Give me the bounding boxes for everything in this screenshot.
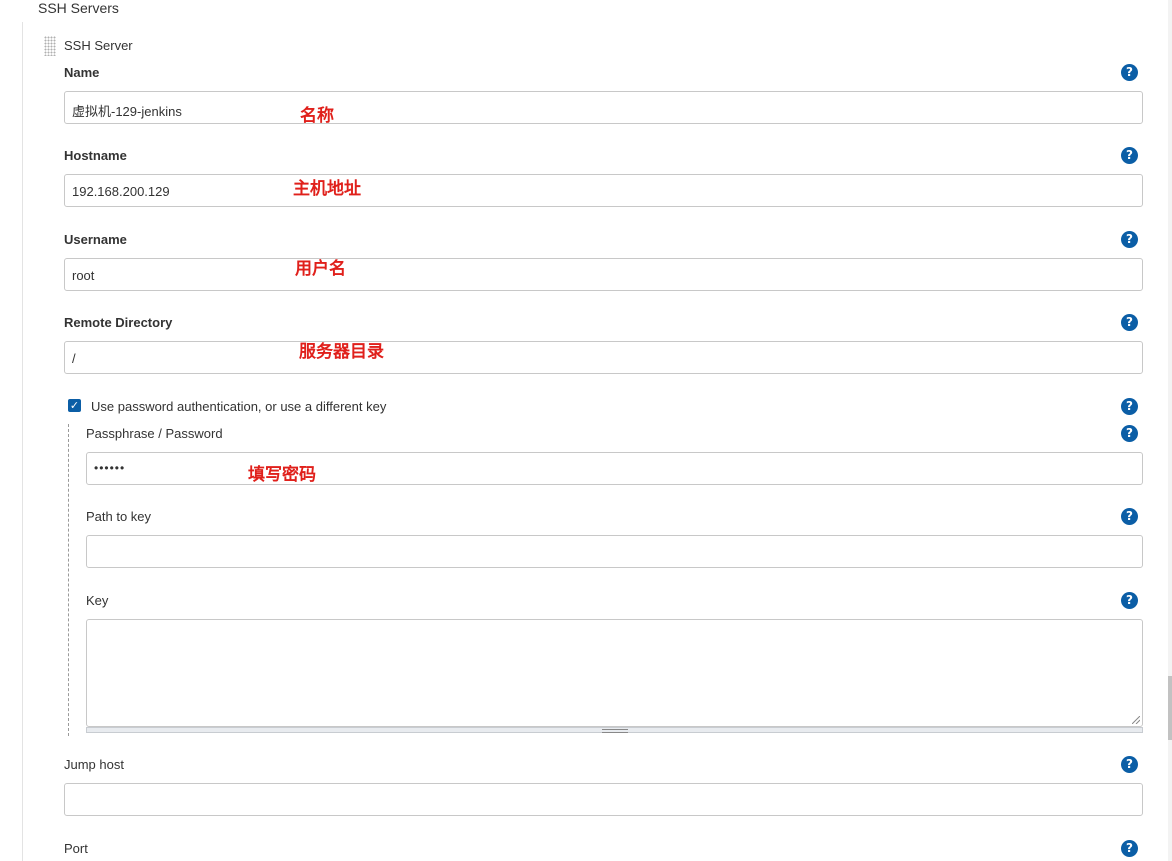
use-password-checkbox[interactable]: ✓	[68, 399, 81, 412]
key-label: Key	[86, 593, 109, 608]
path-to-key-label: Path to key	[86, 509, 152, 524]
textarea-resize-bar[interactable]	[86, 727, 1143, 733]
username-annotation: 用户名	[295, 259, 346, 278]
section-title: SSH Servers	[38, 0, 119, 16]
hostname-input[interactable]: 192.168.200.129	[64, 174, 1143, 207]
username-label: Username	[64, 232, 127, 247]
name-input[interactable]: 虚拟机-129-jenkins	[64, 91, 1143, 124]
name-label: Name	[64, 65, 100, 80]
help-icon[interactable]: ?	[1121, 64, 1138, 81]
server-title: SSH Server	[64, 38, 133, 53]
help-icon[interactable]: ?	[1121, 756, 1138, 773]
remote-directory-label: Remote Directory	[64, 315, 173, 330]
remote-directory-input[interactable]: /	[64, 341, 1143, 374]
name-annotation: 名称	[300, 106, 334, 125]
passphrase-annotation: 填写密码	[248, 465, 316, 484]
drag-handle-icon[interactable]	[44, 36, 56, 56]
scrollbar-thumb[interactable]	[1168, 676, 1172, 740]
hostname-annotation: 主机地址	[293, 179, 361, 198]
help-icon[interactable]: ?	[1121, 592, 1138, 609]
resize-handle-icon	[601, 729, 628, 733]
help-icon[interactable]: ?	[1121, 840, 1138, 857]
help-icon[interactable]: ?	[1121, 314, 1138, 331]
help-icon[interactable]: ?	[1121, 508, 1138, 525]
help-icon[interactable]: ?	[1121, 231, 1138, 248]
jump-host-input[interactable]	[64, 783, 1143, 816]
passphrase-input[interactable]: ••••••	[86, 452, 1143, 485]
key-textarea[interactable]	[86, 619, 1143, 727]
hostname-label: Hostname	[64, 148, 127, 163]
help-icon[interactable]: ?	[1121, 147, 1138, 164]
resize-grip-icon[interactable]	[1132, 716, 1140, 724]
help-icon[interactable]: ?	[1121, 398, 1138, 415]
jump-host-label: Jump host	[64, 757, 124, 772]
help-icon[interactable]: ?	[1121, 425, 1138, 442]
username-input[interactable]: root	[64, 258, 1143, 291]
passphrase-label: Passphrase / Password	[86, 426, 223, 441]
path-to-key-input[interactable]	[86, 535, 1143, 568]
remote-directory-annotation: 服务器目录	[299, 342, 384, 361]
port-label: Port	[64, 841, 88, 856]
use-password-label[interactable]: Use password authentication, or use a di…	[91, 399, 386, 414]
section-border	[22, 22, 23, 861]
nested-section-border	[68, 424, 69, 736]
